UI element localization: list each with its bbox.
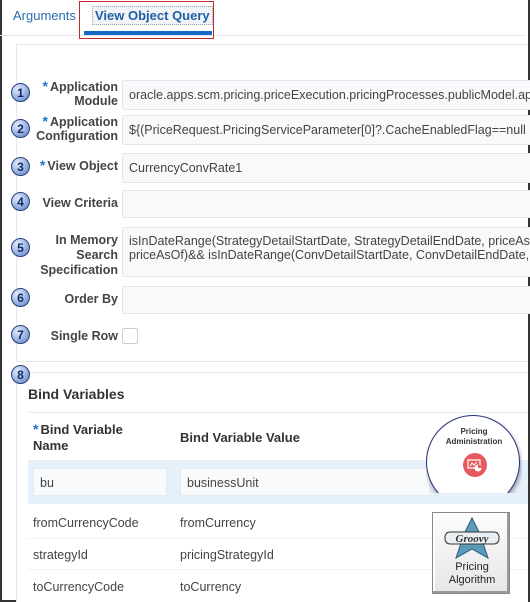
required-icon: * [42,113,48,129]
view-object-input[interactable]: CurrencyConvRate1 [122,153,530,183]
badge-label-line: Algorithm [448,574,496,586]
order-by-label: Order By [0,292,119,310]
label-line: Order By [64,292,119,306]
required-icon: * [42,78,48,94]
label-line: Module [74,94,118,108]
header-line: Bind Variable [40,422,123,437]
bind-variable-name-input[interactable]: bu [33,468,167,496]
label-line: In Memory [55,233,118,247]
pricing-administration-badge: Pricing Administration [426,415,522,493]
header-line: Name [33,438,69,453]
step-marker-8: 8 [11,365,30,384]
table-cell-value[interactable]: fromCurrency [180,516,256,530]
table-cell-name[interactable]: strategyId [33,548,88,562]
application-configuration-label: * Application Configuration [0,114,118,146]
label-line: Application [49,80,118,94]
value-line: priceAsOf)&& isInDateRange(ConvDetailSta… [129,248,530,262]
bind-variable-value-input[interactable]: businessUnit [180,468,430,496]
required-icon: * [33,421,39,437]
label-line: Search [76,248,118,262]
bind-variables-title: Bind Variables [28,386,125,402]
label-line: Single Row [50,329,118,343]
column-header-bind-variable-name[interactable]: * Bind Variable Name [33,421,123,454]
in-memory-search-specification-input[interactable]: isInDateRange(StrategyDetailStartDate, S… [122,227,530,277]
view-criteria-label: View Criteria [0,196,118,214]
application-module-label: * Application Module [0,79,118,111]
badge-label-line: Pricing [460,427,488,436]
application-configuration-input[interactable]: ${(PriceRequest.PricingServiceParameter[… [122,115,530,145]
groovy-star-icon: Groovy [444,516,500,560]
single-row-checkbox[interactable] [122,328,138,344]
table-cell-value[interactable]: pricingStrategyId [180,548,274,562]
tab-arguments[interactable]: Arguments [13,8,76,23]
badge-label-line: Administration [445,437,503,446]
in-memory-search-specification-label: In Memory Search Specification [0,233,118,281]
label-line: View Criteria [42,196,118,210]
callout-highlight-box [79,1,214,39]
badge-circle: Pricing Administration [426,415,520,493]
single-row-label: Single Row [0,329,118,347]
table-cell-name[interactable]: toCurrencyCode [33,580,124,594]
view-object-label: * View Object [0,158,118,176]
label-line: Configuration [36,129,118,143]
label-line: Application [49,115,118,129]
view-criteria-input[interactable] [122,190,530,218]
label-line: View Object [47,159,118,173]
application-module-input[interactable]: oracle.apps.scm.pricing.priceExecution.p… [122,80,530,110]
pricing-algorithm-badge: Groovy Pricing Algorithm [432,512,510,594]
required-icon: * [39,157,46,173]
pricing-chart-icon [463,453,487,477]
order-by-input[interactable] [122,286,530,314]
label-line: Specification [40,263,118,277]
value-line: isInDateRange(StrategyDetailStartDate, S… [129,234,530,248]
groovy-logo-text: Groovy [456,533,489,545]
badge-label-line: Pricing [455,561,489,573]
divider [28,412,528,413]
column-header-bind-variable-value[interactable]: Bind Variable Value [180,430,300,446]
badge-label: Pricing Algorithm [433,561,511,587]
table-cell-value[interactable]: toCurrency [180,580,241,594]
table-cell-name[interactable]: fromCurrencyCode [33,516,139,530]
tab-bar: Arguments View Object Query [0,0,526,39]
badge-label: Pricing Administration [427,427,521,447]
